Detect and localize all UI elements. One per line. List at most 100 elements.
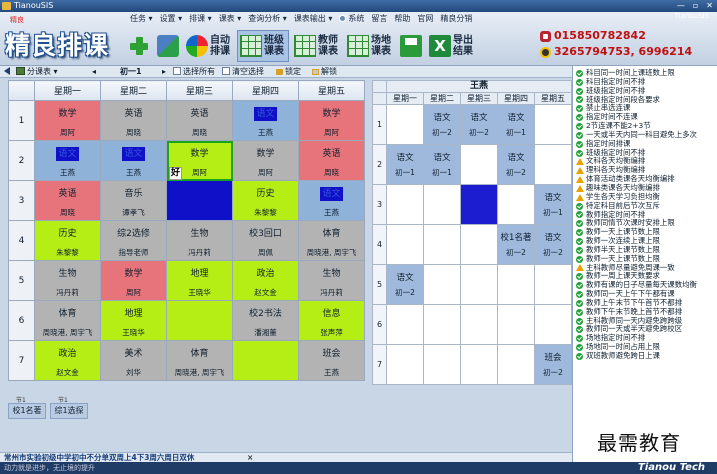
teacher-lesson-cell[interactable] bbox=[460, 304, 498, 345]
teacher-lesson-cell[interactable]: 语文 初一2 bbox=[423, 104, 461, 145]
toolbar-button-grid[interactable]: 教师课表 bbox=[292, 30, 342, 62]
lesson-cell[interactable]: 语文 王燕 bbox=[100, 140, 167, 181]
teacher-lesson-cell[interactable]: 语文 初一2 bbox=[460, 104, 498, 145]
class-next-button[interactable]: ▸ bbox=[162, 66, 166, 78]
lesson-cell[interactable]: 数学 周阿 bbox=[232, 140, 299, 181]
lesson-cell[interactable]: 校2书法 潘湘董 bbox=[232, 300, 299, 341]
lesson-cell[interactable]: 信息 张声萍 bbox=[298, 300, 365, 341]
pending-lesson[interactable]: 节1 综1选探 bbox=[50, 396, 88, 420]
lesson-cell[interactable]: 语文 王燕 bbox=[298, 180, 365, 221]
lesson-cell[interactable]: 班会 王燕 bbox=[298, 340, 365, 381]
lesson-cell[interactable]: 体育 周晓港, 周宇飞 bbox=[34, 300, 101, 341]
lesson-cell[interactable]: 历史 朱黎黎 bbox=[34, 220, 101, 261]
toolbar-button-grid[interactable]: 班级课表 bbox=[237, 30, 289, 62]
teacher-lesson-cell[interactable] bbox=[386, 104, 424, 145]
lesson-cell[interactable]: 音乐 谭孝飞 bbox=[100, 180, 167, 221]
toolbar-button-swap[interactable] bbox=[155, 30, 181, 62]
select-all-checkbox[interactable]: 选择所有 bbox=[173, 66, 215, 78]
toolbar-button-grid[interactable]: 场地课表 bbox=[345, 30, 395, 62]
lesson-cell[interactable]: 语文 王燕 bbox=[34, 140, 101, 181]
lesson-cell[interactable]: 语文 王燕 bbox=[166, 180, 233, 221]
menu-item[interactable]: 官网 bbox=[417, 13, 433, 25]
menu-item[interactable]: 帮助 bbox=[394, 13, 410, 25]
lesson-cell[interactable]: 数学 周阿 bbox=[100, 260, 167, 301]
unlock-button[interactable]: 解锁 bbox=[312, 66, 337, 78]
class-prev-button[interactable]: ◂ bbox=[92, 66, 96, 78]
pending-lesson[interactable]: 节1 校1名著 bbox=[8, 396, 46, 420]
teacher-lesson-cell[interactable]: 语文 初一1 bbox=[423, 144, 461, 185]
menu-item[interactable]: 设置 ▾ bbox=[160, 13, 183, 25]
teacher-lesson-cell[interactable] bbox=[497, 184, 535, 225]
menu-item[interactable]: 精良分销 bbox=[440, 13, 472, 25]
teacher-lesson-cell[interactable]: 校1名著 初一2 bbox=[497, 224, 535, 265]
teacher-lesson-cell[interactable] bbox=[460, 224, 498, 265]
teacher-lesson-cell[interactable] bbox=[460, 344, 498, 385]
lesson-cell[interactable]: 校3回口 周佩 bbox=[232, 220, 299, 261]
teacher-lesson-cell[interactable] bbox=[497, 344, 535, 385]
menu-item[interactable]: 留言 bbox=[371, 13, 387, 25]
lesson-cell[interactable]: 体育 周晓港, 周宇飞 bbox=[166, 340, 233, 381]
teacher-lesson-cell[interactable] bbox=[460, 264, 498, 305]
close-button[interactable]: ✕ bbox=[706, 0, 713, 12]
menu-item[interactable]: 查询分析 ▾ bbox=[248, 13, 287, 25]
view-selector[interactable]: 分课表 ▾ bbox=[16, 66, 58, 78]
lesson-cell[interactable]: 英语 周晓 bbox=[100, 100, 167, 141]
lesson-cell[interactable]: 政治 赵文金 bbox=[232, 260, 299, 301]
lesson-cell[interactable]: 语文 王燕 bbox=[232, 100, 299, 141]
teacher-lesson-cell[interactable] bbox=[534, 104, 572, 145]
lesson-cell[interactable]: 数学 周阿好 bbox=[166, 140, 233, 181]
teacher-lesson-cell[interactable] bbox=[386, 184, 424, 225]
minimize-button[interactable]: — bbox=[677, 0, 685, 12]
teacher-lesson-cell[interactable] bbox=[534, 264, 572, 305]
lesson-cell[interactable]: 历史 朱黎黎 bbox=[232, 180, 299, 221]
teacher-lesson-cell[interactable] bbox=[423, 224, 461, 265]
teacher-lesson-cell[interactable] bbox=[423, 264, 461, 305]
lesson-cell[interactable]: 生物 冯丹莉 bbox=[298, 260, 365, 301]
teacher-lesson-cell[interactable] bbox=[534, 304, 572, 345]
constraint-item[interactable]: 双班教师避免跨日上课 bbox=[576, 351, 717, 361]
class-selector[interactable]: 初一1 bbox=[120, 66, 142, 78]
maximize-button[interactable]: ▫ bbox=[693, 0, 698, 12]
toolbar-button-excel[interactable]: X 导出结果 bbox=[427, 30, 477, 62]
teacher-lesson-cell[interactable] bbox=[386, 304, 424, 345]
teacher-lesson-cell[interactable]: 语文 初一1 bbox=[497, 104, 535, 145]
teacher-lesson-cell[interactable] bbox=[423, 344, 461, 385]
teacher-lesson-cell[interactable]: 语文 初一2 bbox=[534, 224, 572, 265]
lesson-cell[interactable]: 英语 周晓 bbox=[298, 140, 365, 181]
teacher-lesson-cell[interactable] bbox=[386, 344, 424, 385]
lesson-cell[interactable]: 地理 王晓华 bbox=[166, 260, 233, 301]
lesson-cell[interactable] bbox=[232, 340, 299, 381]
lesson-cell[interactable]: 政治 赵文金 bbox=[34, 340, 101, 381]
lesson-cell[interactable]: 生物 冯丹莉 bbox=[34, 260, 101, 301]
teacher-lesson-cell[interactable]: 语文 初一1 bbox=[534, 184, 572, 225]
teacher-lesson-cell[interactable] bbox=[423, 184, 461, 225]
lesson-cell[interactable]: 生物 冯丹莉 bbox=[166, 220, 233, 261]
teacher-lesson-cell[interactable] bbox=[534, 144, 572, 185]
back-button[interactable] bbox=[4, 66, 10, 78]
teacher-lesson-cell[interactable] bbox=[497, 264, 535, 305]
menu-item[interactable]: 任务 ▾ bbox=[130, 13, 153, 25]
clear-selection-checkbox[interactable]: 清空选择 bbox=[222, 66, 264, 78]
lesson-cell[interactable]: 英语 周晓 bbox=[166, 100, 233, 141]
lesson-cell[interactable]: 美术 刘华 bbox=[100, 340, 167, 381]
lesson-cell[interactable]: 英语 周晓 bbox=[34, 180, 101, 221]
lock-button[interactable]: 锁定 bbox=[276, 66, 301, 78]
menu-item[interactable]: 课表输出 ▾ bbox=[294, 13, 333, 25]
menu-item[interactable]: 系统 bbox=[339, 13, 364, 25]
toolbar-button-plus[interactable] bbox=[126, 30, 152, 62]
toolbar-button-ball[interactable]: 自动排课 bbox=[184, 30, 234, 62]
lesson-cell[interactable]: 体育 周晓港, 周宇飞 bbox=[298, 220, 365, 261]
teacher-lesson-cell[interactable] bbox=[386, 224, 424, 265]
teacher-lesson-cell[interactable]: 语文 初一1 bbox=[460, 184, 498, 225]
menu-item[interactable]: 课表 ▾ bbox=[219, 13, 242, 25]
lesson-cell[interactable]: 数学 周阿 bbox=[298, 100, 365, 141]
teacher-lesson-cell[interactable]: 语文 初一2 bbox=[497, 144, 535, 185]
lesson-cell[interactable]: 综2选修 指导老师 bbox=[100, 220, 167, 261]
schedule-tab[interactable]: 常州市实验初级中学初中不分单双周上4下3周六周日双休 bbox=[4, 453, 194, 462]
menu-item[interactable]: 排课 ▾ bbox=[189, 13, 212, 25]
teacher-lesson-cell[interactable]: 班会 初一2 bbox=[534, 344, 572, 385]
teacher-lesson-cell[interactable] bbox=[423, 304, 461, 345]
teacher-lesson-cell[interactable] bbox=[497, 304, 535, 345]
lesson-cell[interactable]: 数学 周阿 bbox=[34, 100, 101, 141]
lesson-cell[interactable] bbox=[166, 300, 233, 341]
